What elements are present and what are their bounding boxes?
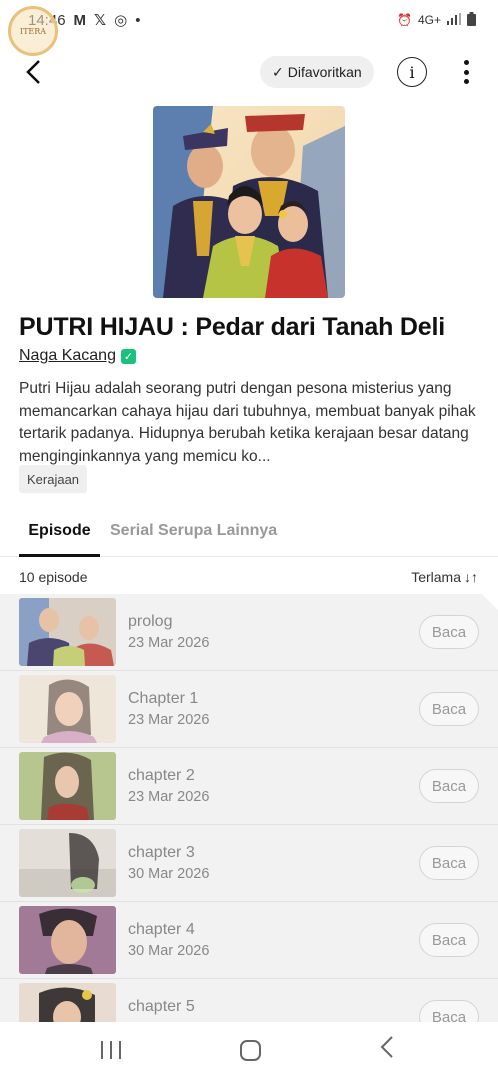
episode-title: chapter 4 [128, 921, 195, 938]
tab-episode[interactable]: Episode [19, 522, 100, 557]
episode-thumbnail [19, 675, 116, 743]
read-button[interactable]: Baca [419, 692, 479, 726]
episode-title: chapter 3 [128, 844, 195, 861]
sort-label: Terlama [411, 569, 461, 585]
network-4g-icon: 4G+ [417, 13, 441, 27]
episode-date: 23 Mar 2026 [128, 712, 210, 728]
gmail-icon: M [73, 11, 87, 29]
author-row: Naga Kacang ✓ [19, 347, 136, 365]
episode-list-header: 10 episode Terlama ↓↑ [0, 567, 498, 589]
sort-icon: ↓↑ [464, 569, 478, 585]
more-vert-icon [463, 60, 469, 65]
episode-title: Chapter 1 [128, 690, 199, 707]
genre-tag[interactable]: Kerajaan [19, 465, 88, 493]
read-button[interactable]: Baca [419, 769, 479, 803]
episode-thumbnail [19, 983, 116, 1022]
episode-thumbnail [19, 906, 116, 974]
app-icon: ◎ [114, 12, 128, 29]
status-bar: 14:46 M 𝕏 ◎ • ⏰ 4G+ [0, 0, 498, 40]
battery-icon [467, 11, 476, 29]
x-icon: 𝕏 [94, 12, 107, 29]
chevron-left-icon [26, 60, 40, 84]
favorite-button[interactable]: ✓ Difavoritkan [260, 56, 374, 88]
system-navigation-bar [0, 1022, 498, 1080]
episode-count: 10 episode [19, 569, 88, 585]
tab-bar: Episode Serial Serupa Lainnya [0, 512, 498, 557]
info-icon: i [409, 62, 415, 82]
episode-row[interactable]: chapter 3 30 Mar 2026 Baca [0, 825, 498, 902]
episode-date: 23 Mar 2026 [128, 789, 210, 805]
read-button[interactable]: Baca [419, 923, 479, 957]
series-synopsis[interactable]: Putri Hijau adalah seorang putri dengan … [19, 378, 481, 468]
episode-thumbnail [19, 752, 116, 820]
signal-icon [447, 12, 461, 28]
episode-row[interactable]: chapter 4 30 Mar 2026 Baca [0, 902, 498, 979]
watermark-logo: ITERA [8, 6, 58, 56]
episode-row[interactable]: chapter 2 23 Mar 2026 Baca [0, 748, 498, 825]
check-icon: ✓ [272, 63, 284, 80]
episode-date: 30 Mar 2026 [128, 943, 210, 959]
episode-title: prolog [128, 613, 173, 630]
back-button[interactable] [18, 56, 48, 88]
recent-apps-button[interactable] [101, 1041, 121, 1059]
alarm-icon: ⏰ [397, 13, 412, 27]
more-options-button[interactable] [456, 58, 476, 86]
verified-icon: ✓ [120, 348, 136, 364]
episode-row[interactable]: prolog 23 Mar 2026 Baca [0, 594, 498, 671]
more-notifications-icon: • [135, 11, 141, 29]
episode-row[interactable]: chapter 5 Baca [0, 979, 498, 1022]
top-app-bar: ✓ Difavoritkan i [0, 50, 498, 94]
read-button[interactable]: Baca [419, 846, 479, 880]
episode-thumbnail [19, 829, 116, 897]
sort-button[interactable]: Terlama ↓↑ [411, 569, 478, 585]
chevron-left-icon [380, 1036, 393, 1058]
episode-row[interactable]: Chapter 1 23 Mar 2026 Baca [0, 671, 498, 748]
episode-date: 23 Mar 2026 [128, 635, 210, 651]
series-title: PUTRI HIJAU : Pedar dari Tanah Deli [19, 313, 445, 341]
author-link[interactable]: Naga Kacang [19, 347, 116, 365]
system-back-button[interactable] [380, 1035, 394, 1066]
episode-title: chapter 2 [128, 767, 195, 784]
info-button[interactable]: i [397, 57, 427, 87]
episode-date: 30 Mar 2026 [128, 866, 210, 882]
favorite-label: Difavoritkan [287, 64, 362, 80]
tab-similar-series[interactable]: Serial Serupa Lainnya [110, 522, 277, 557]
episode-list: prolog 23 Mar 2026 Baca Chapter 1 23 Mar… [0, 594, 498, 1022]
episode-title: chapter 5 [128, 998, 195, 1015]
home-button[interactable] [240, 1040, 261, 1061]
series-cover-image [153, 106, 345, 298]
read-button[interactable]: Baca [419, 1000, 479, 1022]
episode-thumbnail [19, 598, 116, 666]
read-button[interactable]: Baca [419, 615, 479, 649]
